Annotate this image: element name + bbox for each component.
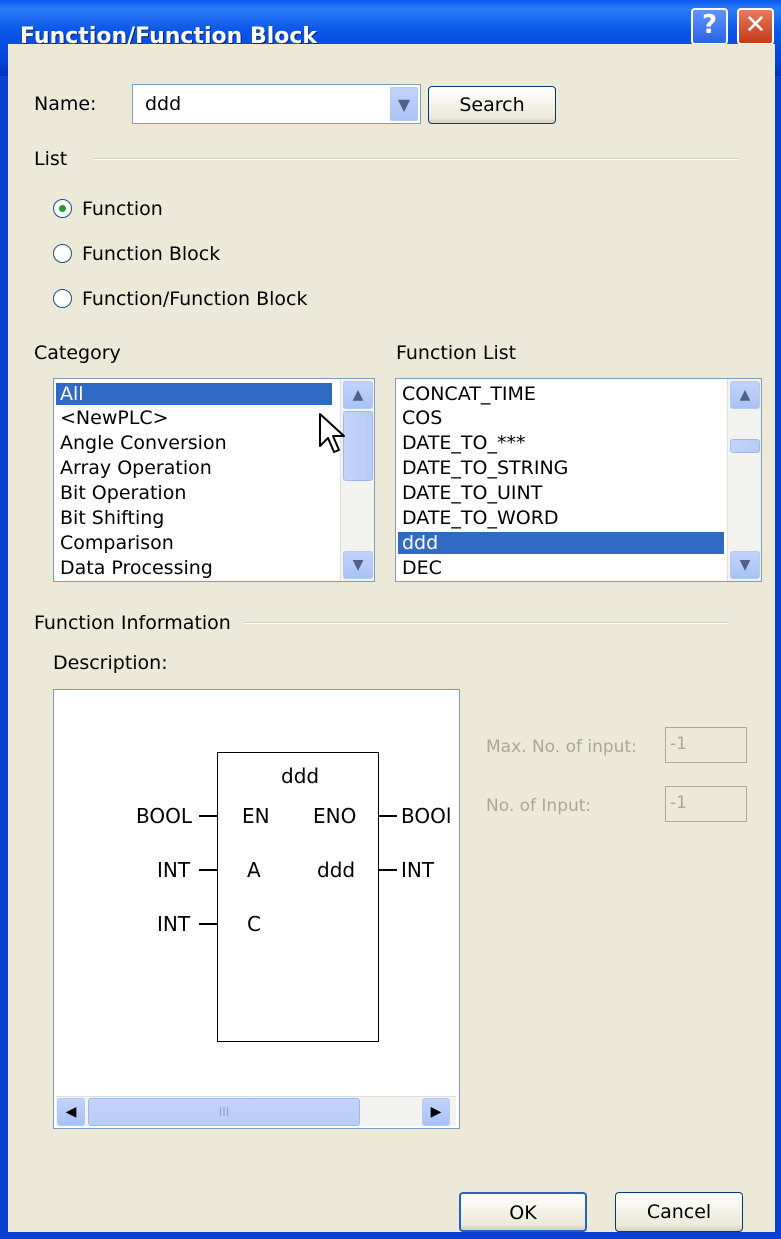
scroll-up-icon[interactable]: ▲ [730,381,760,409]
num-inputs-label: No. of Input: [486,796,592,816]
scroll-right-icon[interactable]: ▶ [422,1098,450,1126]
input-type: INT [157,912,191,936]
name-value: ddd [145,93,182,115]
radio-function-block-label[interactable]: Function Block [82,243,220,265]
output-pin-line [379,815,397,817]
input-type: BOOL [136,804,192,828]
output-type: INT [401,858,435,882]
output-pin: ddd [317,858,356,882]
search-button[interactable]: Search [428,86,556,124]
radio-function[interactable] [53,199,72,218]
list-item[interactable]: DATE_TO_WORD [402,507,559,529]
list-item[interactable]: CONCAT_TIME [402,383,536,405]
radio-selected-dot [59,205,66,212]
scroll-down-icon[interactable]: ▼ [343,551,373,579]
function-info-divider [244,622,728,624]
list-item[interactable]: <NewPLC> [60,407,169,429]
output-type: BOOl [401,804,452,828]
input-pin-line [199,869,217,871]
output-pin-line [379,869,397,871]
block-name: ddd [281,764,320,788]
list-item[interactable]: Bit Operation [60,482,186,504]
help-button[interactable]: ? [691,8,728,45]
list-item[interactable]: Angle Conversion [60,432,227,454]
num-inputs-field: -1 [665,786,747,822]
ok-button[interactable]: OK [459,1192,587,1232]
scroll-thumb-grip[interactable]: III [88,1098,360,1126]
scroll-left-icon[interactable]: ◀ [57,1098,85,1126]
function-listbox[interactable]: CONCAT_TIME COS DATE_TO_*** DATE_TO_STRI… [395,378,762,582]
function-info-label: Function Information [34,612,231,634]
dialog-body: Name: ddd ▼ Search List Function Functio… [8,44,775,1232]
list-item[interactable]: Data Processing [60,557,213,579]
list-group-divider [94,158,738,160]
scroll-down-icon[interactable]: ▼ [730,551,760,579]
list-item[interactable]: Array Operation [60,457,212,479]
input-pin: C [247,912,261,936]
description-label: Description: [53,652,168,674]
scroll-thumb[interactable] [343,411,373,481]
category-label: Category [34,342,121,364]
list-item[interactable]: DATE_TO_UINT [402,482,542,504]
scroll-up-icon[interactable]: ▲ [343,381,373,409]
description-hscrollbar[interactable]: ◀ III ▶ [56,1096,456,1126]
list-item[interactable]: All [56,383,332,405]
input-pin-line [199,815,217,817]
dialog-window: Function/Function Block ? ✕ Name: ddd ▼ … [0,0,781,1239]
radio-function-function-block-label[interactable]: Function/Function Block [82,288,307,310]
output-pin: ENO [313,804,357,828]
list-item[interactable]: DEC [402,557,442,579]
input-pin-line [199,923,217,925]
radio-function-function-block[interactable] [53,289,72,308]
max-inputs-label: Max. No. of input: [486,737,637,757]
list-group-label: List [34,148,68,170]
mouse-cursor-icon [319,413,345,453]
description-panel[interactable]: ddd BOOL EN ENO BOOl INT A ddd INT INT C… [53,689,460,1129]
list-item[interactable]: DATE_TO_STRING [402,457,568,479]
list-item[interactable]: Comparison [60,532,174,554]
scroll-thumb[interactable] [730,439,760,453]
input-pin: EN [242,804,270,828]
function-list-label: Function List [396,342,517,364]
radio-function-label[interactable]: Function [82,198,163,220]
chevron-down-icon[interactable]: ▼ [390,87,418,121]
input-pin: A [247,858,261,882]
list-item[interactable]: Bit Shifting [60,507,164,529]
list-item[interactable]: ddd [398,532,724,554]
name-label: Name: [34,93,97,115]
name-combobox[interactable]: ddd ▼ [132,84,421,124]
function-list-scrollbar[interactable]: ▲ ▼ [727,379,761,581]
category-listbox[interactable]: All <NewPLC> Angle Conversion Array Oper… [53,378,375,582]
list-item[interactable]: DATE_TO_*** [402,432,526,454]
function-block-box [217,752,379,1042]
close-button[interactable]: ✕ [737,8,774,45]
cancel-button[interactable]: Cancel [615,1192,743,1232]
radio-function-block[interactable] [53,244,72,263]
list-item[interactable]: COS [402,407,442,429]
category-scrollbar[interactable]: ▲ ▼ [340,379,374,581]
input-type: INT [157,858,191,882]
max-inputs-field: -1 [665,727,747,763]
